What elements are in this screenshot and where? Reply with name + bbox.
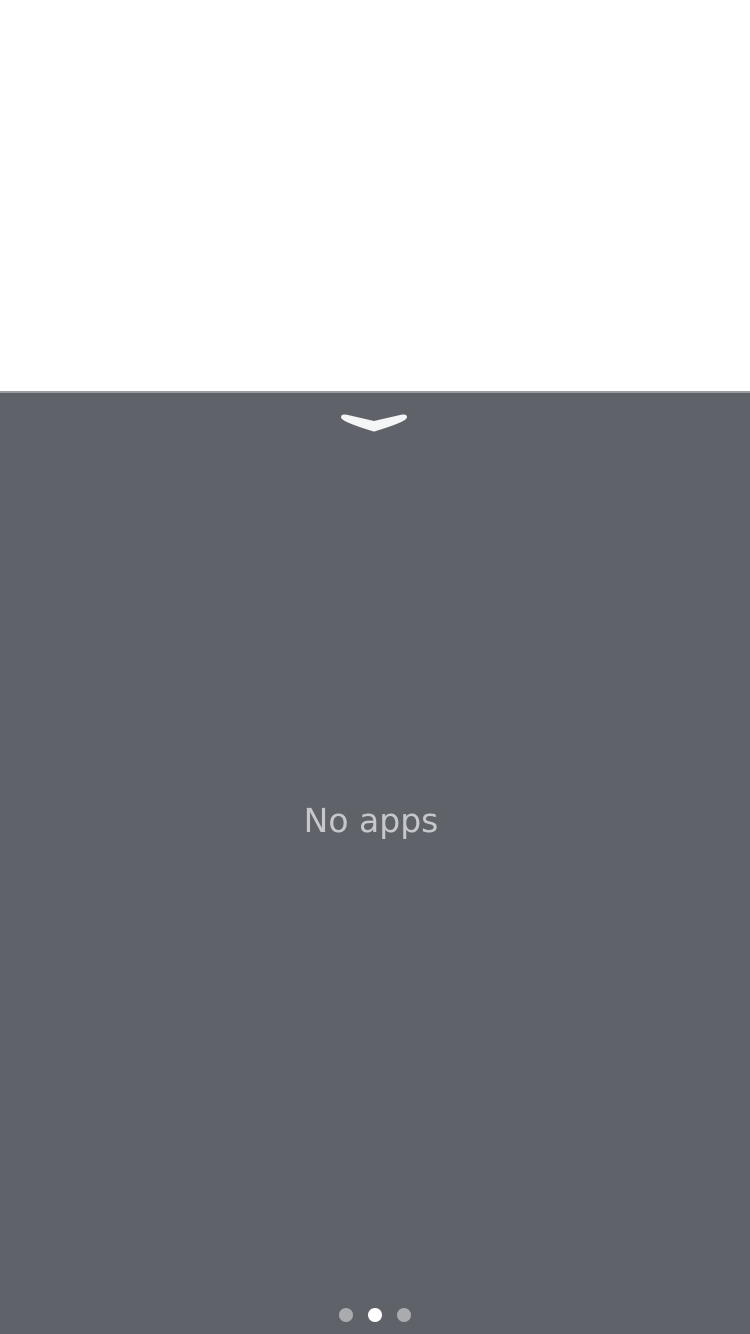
top-blank-area bbox=[0, 0, 750, 391]
screen: No apps bbox=[0, 0, 750, 1334]
page-dot-1[interactable] bbox=[339, 1308, 353, 1322]
collapse-drawer-handle[interactable] bbox=[336, 411, 412, 437]
chevron-down-icon bbox=[341, 414, 407, 432]
page-indicator bbox=[0, 1307, 750, 1323]
page-dot-2-active[interactable] bbox=[368, 1308, 382, 1322]
empty-state-message: No apps bbox=[303, 801, 439, 840]
app-drawer-panel: No apps bbox=[0, 391, 750, 1334]
page-dot-3[interactable] bbox=[397, 1308, 411, 1322]
